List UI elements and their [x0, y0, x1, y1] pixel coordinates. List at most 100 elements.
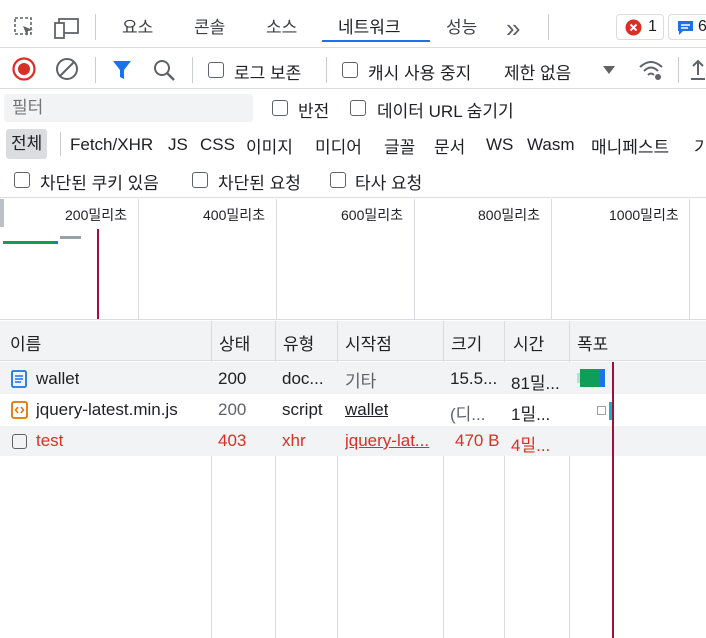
- type-filter-ws[interactable]: WS: [486, 135, 513, 155]
- tab-performance[interactable]: 성능: [446, 8, 477, 42]
- script-icon: [11, 401, 28, 419]
- type-filter-all[interactable]: 전체: [6, 129, 48, 159]
- type-filter-other[interactable]: 기: [694, 133, 706, 158]
- tab-sources[interactable]: 소스: [266, 8, 297, 42]
- overview-bar-document-tail: [55, 241, 58, 244]
- overview-load-line: [97, 229, 99, 319]
- error-badge[interactable]: 1: [616, 14, 664, 40]
- timeline-selection-handle[interactable]: [0, 199, 4, 227]
- type-filter-media[interactable]: 미디어: [315, 133, 362, 158]
- devtools-top-bar: 요소 콘솔 소스 네트워크 성능 » 1 6: [0, 0, 706, 48]
- third-party-checkbox[interactable]: [330, 172, 346, 188]
- type-filter-image[interactable]: 이미지: [246, 133, 293, 158]
- request-status: 200: [218, 369, 247, 388]
- throttling-dropdown-icon[interactable]: [602, 65, 616, 75]
- import-har-icon[interactable]: [690, 59, 706, 81]
- type-filter-fetch-xhr[interactable]: Fetch/XHR: [70, 135, 153, 155]
- type-filter-doc[interactable]: 문서: [434, 133, 465, 158]
- search-icon[interactable]: [153, 59, 175, 81]
- request-name: jquery-latest.min.js: [36, 400, 178, 419]
- request-size: 15.5...: [450, 369, 498, 388]
- type-filter-js[interactable]: JS: [168, 135, 188, 155]
- table-row[interactable]: wallet 200 doc... 기타 15.5... 81밀...: [0, 362, 706, 394]
- type-filter-font[interactable]: 글꼴: [384, 133, 415, 158]
- column-header-type[interactable]: 유형: [283, 330, 314, 355]
- request-name: test: [36, 431, 64, 450]
- initiator-link[interactable]: wallet: [345, 400, 388, 420]
- waterfall-bar-queued: [597, 406, 606, 415]
- request-type: script: [282, 400, 323, 419]
- tab-elements[interactable]: 요소: [122, 8, 153, 42]
- timeline-tick: 400밀리초: [203, 207, 265, 223]
- error-count: 1: [648, 18, 657, 35]
- disable-cache-label: 캐시 사용 중지: [368, 64, 472, 83]
- third-party-label: 타사 요청: [355, 174, 423, 193]
- request-time: 4밀...: [511, 436, 551, 455]
- message-badge[interactable]: 6: [668, 14, 706, 40]
- request-name: wallet: [36, 369, 80, 388]
- tab-console[interactable]: 콘솔: [194, 8, 225, 42]
- xhr-icon: [12, 434, 27, 449]
- device-toolbar-icon[interactable]: [54, 17, 80, 39]
- blocked-requests-label: 차단된 요청: [218, 174, 301, 193]
- tab-network[interactable]: 네트워크: [322, 8, 430, 42]
- preserve-log-label: 로그 보존: [234, 64, 302, 83]
- invert-label: 반전: [298, 102, 330, 121]
- blocked-cookies-checkbox[interactable]: [14, 172, 30, 188]
- request-size: (디...: [450, 405, 486, 424]
- document-icon: [11, 370, 27, 388]
- request-initiator: 기타: [345, 372, 377, 391]
- column-header-waterfall[interactable]: 폭포: [577, 330, 608, 355]
- clear-icon[interactable]: [55, 57, 79, 81]
- throttling-select[interactable]: 제한 없음: [504, 59, 571, 84]
- timeline-tick: 1000밀리초: [609, 207, 679, 223]
- invert-checkbox[interactable]: [272, 100, 288, 116]
- blocked-cookies-label: 차단된 쿠키 있음: [40, 174, 159, 193]
- waterfall-load-line: [612, 362, 614, 638]
- more-tabs-icon[interactable]: »: [506, 8, 520, 43]
- overview-bar-document: [3, 241, 55, 244]
- type-filter-wasm[interactable]: Wasm: [527, 135, 575, 155]
- request-status: 200: [218, 400, 247, 419]
- column-header-time[interactable]: 시간: [513, 330, 544, 355]
- request-time: 81밀...: [511, 374, 560, 393]
- waterfall-bar-download: [580, 369, 600, 387]
- request-size: 470 B: [455, 431, 500, 450]
- network-conditions-icon[interactable]: [638, 59, 664, 81]
- filter-icon[interactable]: [112, 60, 132, 80]
- network-toolbar: 로그 보존 캐시 사용 중지 제한 없음: [0, 49, 706, 89]
- table-row[interactable]: test 403 xhr jquery-lat... 470 B 4밀...: [0, 426, 706, 456]
- column-header-status[interactable]: 상태: [219, 330, 250, 355]
- blocked-requests-checkbox[interactable]: [192, 172, 208, 188]
- column-header-size[interactable]: 크기: [451, 330, 482, 355]
- inspect-element-icon[interactable]: [14, 17, 36, 39]
- hide-data-urls-checkbox[interactable]: [350, 100, 366, 116]
- disable-cache-checkbox[interactable]: [342, 62, 358, 78]
- request-type: doc...: [282, 369, 324, 388]
- filter-bar: 반전 데이터 URL 숨기기: [0, 90, 706, 126]
- resource-type-filters: 전체 Fetch/XHR JS CSS 이미지 미디어 글꼴 문서 WS Was…: [0, 126, 706, 162]
- type-filter-manifest[interactable]: 매니페스트: [591, 133, 669, 158]
- blocked-filters: 차단된 쿠키 있음 차단된 요청 타사 요청: [0, 162, 706, 198]
- table-header: 이름 상태 유형 시작점 크기 시간 폭포: [0, 321, 706, 361]
- column-header-initiator[interactable]: 시작점: [345, 330, 392, 355]
- initiator-link[interactable]: jquery-lat...: [345, 431, 441, 451]
- request-status: 403: [218, 431, 247, 450]
- message-count: 6: [698, 18, 706, 35]
- waterfall-bar-tail: [600, 369, 605, 387]
- request-time: 1밀...: [511, 405, 551, 424]
- timeline-tick: 800밀리초: [478, 207, 540, 223]
- request-type: xhr: [282, 431, 306, 450]
- timeline-tick: 600밀리초: [341, 207, 403, 223]
- record-icon[interactable]: [12, 57, 36, 81]
- type-filter-css[interactable]: CSS: [200, 135, 235, 155]
- table-row[interactable]: jquery-latest.min.js 200 script wallet (…: [0, 394, 706, 426]
- overview-bar-script: [60, 236, 81, 239]
- preserve-log-checkbox[interactable]: [208, 62, 224, 78]
- error-icon: [625, 19, 642, 36]
- column-header-name[interactable]: 이름: [10, 330, 41, 355]
- filter-input[interactable]: [4, 94, 253, 122]
- message-icon: [677, 20, 694, 36]
- hide-data-urls-label: 데이터 URL 숨기기: [377, 102, 514, 121]
- timeline-tick: 200밀리초: [65, 207, 127, 223]
